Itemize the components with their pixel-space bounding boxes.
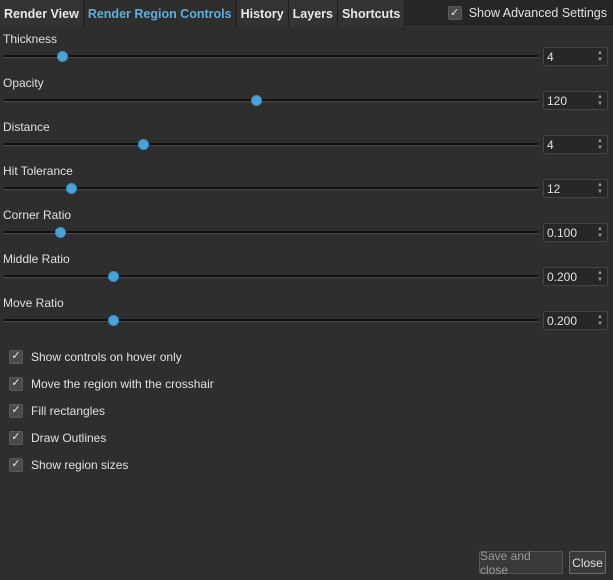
arrow-up-icon[interactable]: ▲ <box>597 226 603 233</box>
close-button[interactable]: Close <box>569 551 606 574</box>
checkbox-label: Fill rectangles <box>31 403 106 418</box>
tab-render-region-controls[interactable]: Render Region Controls <box>83 0 237 27</box>
slider-handle[interactable] <box>107 315 119 326</box>
check-icon: ✓ <box>9 457 23 472</box>
slider-row-move-ratio: Move Ratio 0.200 ▲ ▼ <box>0 296 613 340</box>
spinbox[interactable]: 12 ▲ ▼ <box>543 179 608 198</box>
arrow-up-icon[interactable]: ▲ <box>597 314 603 321</box>
slider-row-opacity: Opacity 120 ▲ ▼ <box>0 76 613 120</box>
checkbox-label: Show controls on hover only <box>31 349 182 364</box>
tab-history[interactable]: History <box>236 0 289 27</box>
checkbox-show-controls-on-hover[interactable]: ✓ Show controls on hover only <box>9 343 214 370</box>
spinbox-arrows[interactable]: ▲ ▼ <box>595 182 605 196</box>
slider-label: Thickness <box>3 32 58 46</box>
slider-track[interactable] <box>4 143 538 146</box>
show-advanced-settings-label: Show Advanced Settings <box>468 6 607 20</box>
check-icon: ✓ <box>9 403 23 418</box>
slider-label: Middle Ratio <box>3 252 70 266</box>
spinbox-arrows[interactable]: ▲ ▼ <box>595 226 605 240</box>
slider-track[interactable] <box>4 99 538 102</box>
slider-handle[interactable] <box>65 183 77 194</box>
check-icon: ✓ <box>9 349 23 364</box>
slider-row-hit-tolerance: Hit Tolerance 12 ▲ ▼ <box>0 164 613 208</box>
slider-track[interactable] <box>4 275 538 278</box>
spinbox-value[interactable]: 120 <box>544 94 595 108</box>
slider-label: Move Ratio <box>3 296 64 310</box>
spinbox-arrows[interactable]: ▲ ▼ <box>595 94 605 108</box>
arrow-down-icon[interactable]: ▼ <box>597 189 603 196</box>
spinbox[interactable]: 120 ▲ ▼ <box>543 91 608 110</box>
arrow-up-icon[interactable]: ▲ <box>597 182 603 189</box>
slider-label: Distance <box>3 120 50 134</box>
slider-handle[interactable] <box>56 51 68 62</box>
slider-handle[interactable] <box>138 139 150 150</box>
slider-track[interactable] <box>4 231 538 234</box>
checkbox-list: ✓ Show controls on hover only ✓ Move the… <box>9 343 214 478</box>
spinbox[interactable]: 0.200 ▲ ▼ <box>543 267 608 286</box>
arrow-down-icon[interactable]: ▼ <box>597 101 603 108</box>
slider-label: Opacity <box>3 76 44 90</box>
show-advanced-settings-checkbox[interactable]: ✓ Show Advanced Settings <box>447 6 607 20</box>
check-icon: ✓ <box>9 376 23 391</box>
spinbox[interactable]: 4 ▲ ▼ <box>543 47 608 66</box>
checkbox-fill-rectangles[interactable]: ✓ Fill rectangles <box>9 397 214 424</box>
checkbox-move-region-with-crosshair[interactable]: ✓ Move the region with the crosshair <box>9 370 214 397</box>
slider-handle[interactable] <box>54 227 66 238</box>
slider-track[interactable] <box>4 187 538 190</box>
spinbox-value[interactable]: 0.100 <box>544 226 595 240</box>
slider-handle[interactable] <box>107 271 119 282</box>
spinbox-arrows[interactable]: ▲ ▼ <box>595 50 605 64</box>
tab-render-view[interactable]: Render View <box>0 0 84 27</box>
arrow-down-icon[interactable]: ▼ <box>597 57 603 64</box>
spinbox[interactable]: 0.200 ▲ ▼ <box>543 311 608 330</box>
slider-row-middle-ratio: Middle Ratio 0.200 ▲ ▼ <box>0 252 613 296</box>
slider-row-corner-ratio: Corner Ratio 0.100 ▲ ▼ <box>0 208 613 252</box>
arrow-up-icon[interactable]: ▲ <box>597 94 603 101</box>
tab-shortcuts[interactable]: Shortcuts <box>337 0 406 27</box>
slider-row-distance: Distance 4 ▲ ▼ <box>0 120 613 164</box>
arrow-down-icon[interactable]: ▼ <box>597 321 603 328</box>
spinbox[interactable]: 4 ▲ ▼ <box>543 135 608 154</box>
arrow-up-icon[interactable]: ▲ <box>597 138 603 145</box>
slider-track[interactable] <box>4 55 538 58</box>
checkbox-show-region-sizes[interactable]: ✓ Show region sizes <box>9 451 214 478</box>
checkbox-label: Show region sizes <box>31 457 129 472</box>
arrow-down-icon[interactable]: ▼ <box>597 145 603 152</box>
slider-handle[interactable] <box>250 95 262 106</box>
arrow-up-icon[interactable]: ▲ <box>597 270 603 277</box>
checkbox-draw-outlines[interactable]: ✓ Draw Outlines <box>9 424 214 451</box>
tab-layers[interactable]: Layers <box>288 0 338 27</box>
spinbox-value[interactable]: 4 <box>544 138 595 152</box>
spinbox-arrows[interactable]: ▲ ▼ <box>595 270 605 284</box>
spinbox[interactable]: 0.100 ▲ ▼ <box>543 223 608 242</box>
slider-track[interactable] <box>4 319 538 322</box>
spinbox-value[interactable]: 4 <box>544 50 595 64</box>
spinbox-value[interactable]: 12 <box>544 182 595 196</box>
arrow-down-icon[interactable]: ▼ <box>597 233 603 240</box>
spinbox-value[interactable]: 0.200 <box>544 270 595 284</box>
spinbox-arrows[interactable]: ▲ ▼ <box>595 314 605 328</box>
save-and-close-button[interactable]: Save and close <box>479 549 563 577</box>
spinbox-value[interactable]: 0.200 <box>544 314 595 328</box>
check-icon: ✓ <box>447 6 462 20</box>
slider-row-thickness: Thickness 4 ▲ ▼ <box>0 32 613 76</box>
slider-label: Corner Ratio <box>3 208 72 222</box>
arrow-up-icon[interactable]: ▲ <box>597 50 603 57</box>
arrow-down-icon[interactable]: ▼ <box>597 277 603 284</box>
checkbox-label: Draw Outlines <box>31 430 107 445</box>
check-icon: ✓ <box>9 430 23 445</box>
spinbox-arrows[interactable]: ▲ ▼ <box>595 138 605 152</box>
slider-label: Hit Tolerance <box>3 164 73 178</box>
checkbox-label: Move the region with the crosshair <box>31 376 214 391</box>
